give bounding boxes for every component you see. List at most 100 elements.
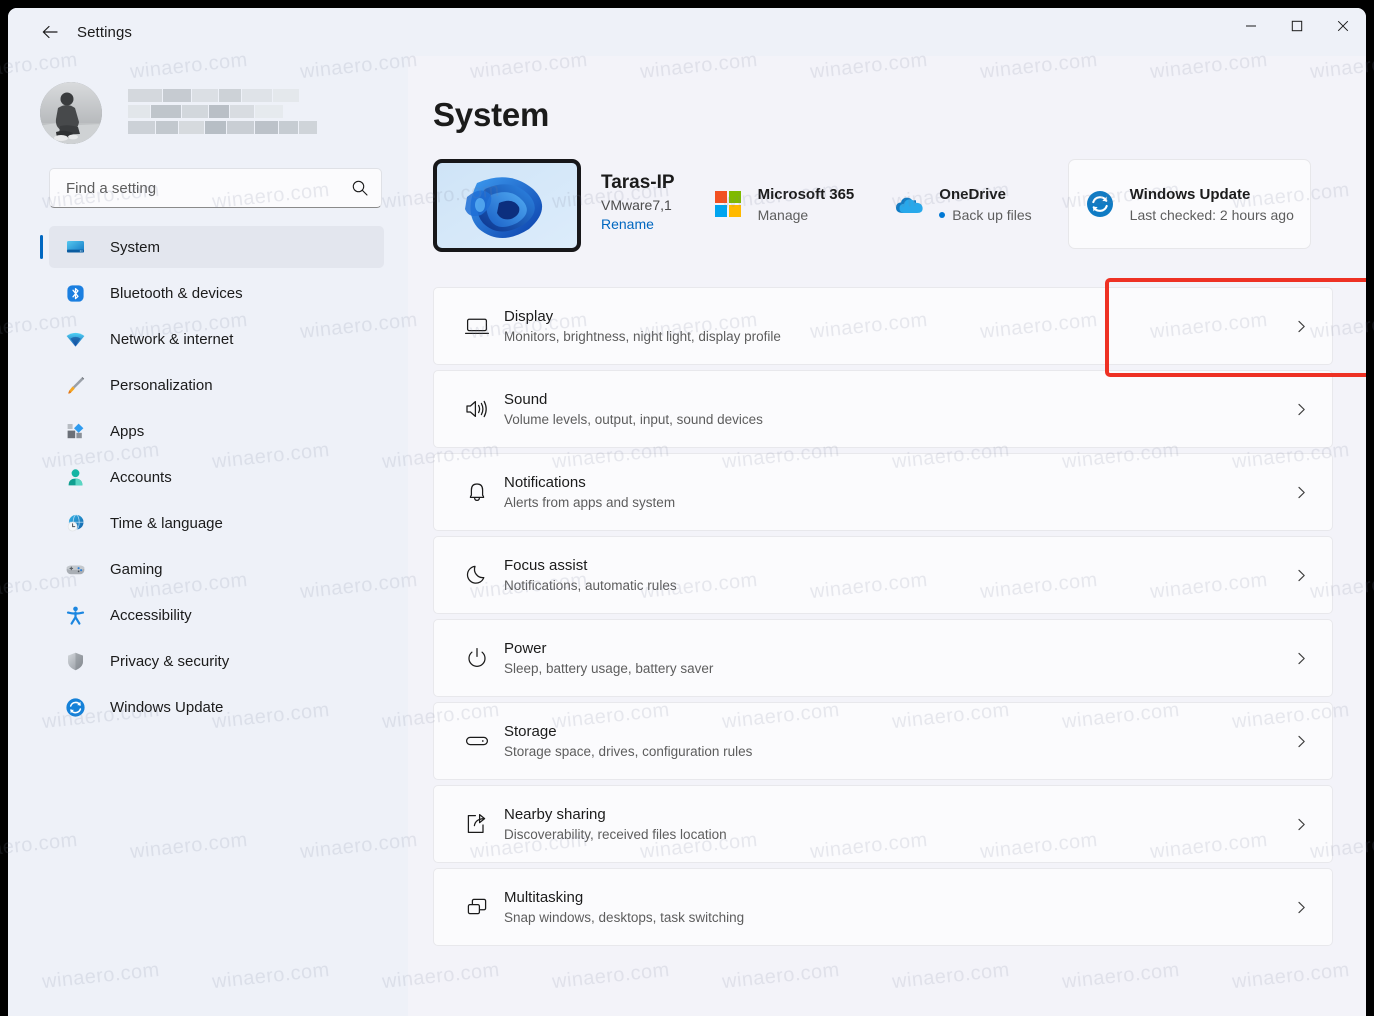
onedrive-cloud-icon: [894, 189, 924, 219]
chevron-right-icon[interactable]: [1291, 900, 1311, 915]
sidebar-nav: System Bluetooth & devices Network & inter…: [8, 226, 408, 728]
settings-row-text: Nearby sharing Discoverability, received …: [504, 806, 1291, 842]
sidebar-item-bluetooth-devices[interactable]: Bluetooth & devices: [49, 272, 384, 314]
sidebar: System Bluetooth & devices Network & inter…: [8, 56, 408, 1016]
settings-row-multitasking[interactable]: Multitasking Snap windows, desktops, task…: [433, 868, 1333, 946]
quick-card-text: Microsoft 365 Manage: [758, 186, 855, 223]
settings-row-nearby-sharing[interactable]: Nearby sharing Discoverability, received …: [433, 785, 1333, 863]
user-avatar-photo: [40, 82, 102, 144]
close-button[interactable]: [1320, 8, 1366, 44]
shield-icon: [64, 650, 86, 672]
device-card: Taras-IP VMware7,1 Rename: [433, 159, 675, 252]
chevron-right-icon[interactable]: [1291, 817, 1311, 832]
settings-row-subtitle: Snap windows, desktops, task switching: [504, 910, 745, 925]
settings-row-power[interactable]: Power Sleep, battery usage, battery saver: [433, 619, 1333, 697]
quick-card-sub: Last checked: 2 hours ago: [1130, 207, 1294, 223]
minimize-button[interactable]: [1228, 8, 1274, 44]
chevron-right-icon[interactable]: [1291, 734, 1311, 749]
sidebar-item-apps[interactable]: Apps: [49, 410, 384, 452]
quick-card-sub-label: Back up files: [952, 206, 1032, 223]
rename-link[interactable]: Rename: [601, 216, 654, 232]
quick-card-text: OneDrive Back up files: [939, 185, 1032, 223]
settings-row-subtitle: Volume levels, output, input, sound devi…: [504, 412, 763, 427]
settings-row-storage[interactable]: Storage Storage space, drives, configurat…: [433, 702, 1333, 780]
settings-row-text: Power Sleep, battery usage, battery saver: [504, 640, 1291, 676]
settings-window: Settings Find a setting System Bluetooth…: [8, 8, 1366, 1016]
settings-row-text: Storage Storage space, drives, configurat…: [504, 723, 1291, 759]
settings-row-sound[interactable]: Sound Volume levels, output, input, sound…: [433, 370, 1333, 448]
quick-card-sub-label: Manage: [757, 206, 809, 223]
account-block[interactable]: [8, 56, 408, 144]
bluetooth-icon: [64, 282, 86, 304]
sidebar-item-network-internet[interactable]: Network & internet: [49, 318, 384, 360]
search-box[interactable]: [49, 168, 382, 208]
quick-card-onedrive[interactable]: OneDrive Back up files: [878, 159, 1047, 249]
apps-icon: [64, 420, 86, 442]
quick-card-title: OneDrive: [939, 185, 1006, 203]
settings-row-subtitle: Sleep, battery usage, battery saver: [504, 661, 714, 676]
settings-row-title: Focus assist: [504, 557, 588, 574]
chevron-right-icon[interactable]: [1291, 485, 1311, 500]
settings-row-subtitle: Storage space, drives, configuration rul…: [504, 744, 753, 759]
microsoft-logo-icon: [713, 189, 743, 219]
speaker-icon: [462, 394, 492, 424]
settings-row-notifications[interactable]: Notifications Alerts from apps and system: [433, 453, 1333, 531]
settings-list: Display Monitors, brightness, night light…: [433, 287, 1333, 946]
sidebar-item-time-language[interactable]: Time & language: [49, 502, 384, 544]
settings-row-text: Display Monitors, brightness, night light…: [504, 308, 1291, 344]
accessibility-icon: [64, 604, 86, 626]
sidebar-item-windows-update[interactable]: Windows Update: [49, 686, 384, 728]
sidebar-item-system[interactable]: System: [40, 226, 384, 268]
chevron-right-icon[interactable]: [1291, 568, 1311, 583]
window-controls: [1228, 8, 1366, 56]
window-title: Settings: [77, 23, 132, 41]
sidebar-item-accessibility[interactable]: Accessibility: [49, 594, 384, 636]
settings-row-title: Nearby sharing: [504, 806, 606, 823]
settings-row-title: Sound: [504, 391, 548, 408]
settings-row-subtitle: Notifications, automatic rules: [504, 578, 677, 593]
chevron-right-icon[interactable]: [1291, 651, 1311, 666]
content-area: System Taras-IP VMware7,1 Rename Microso…: [408, 56, 1366, 1016]
sidebar-item-label: Windows Update: [110, 698, 224, 716]
device-name: Taras-IP: [601, 172, 675, 193]
windows-bloom-wallpaper: [437, 163, 577, 248]
wifi-icon: [64, 328, 86, 350]
device-info: Taras-IP VMware7,1 Rename: [601, 159, 675, 234]
bell-icon: [462, 477, 492, 507]
close-icon: [1337, 20, 1349, 32]
system-monitor-icon: [64, 236, 86, 258]
maximize-button[interactable]: [1274, 8, 1320, 44]
back-button[interactable]: [31, 15, 69, 49]
settings-row-subtitle: Discoverability, received files location: [504, 827, 727, 842]
redacted-line-1: [128, 89, 318, 102]
moon-icon: [462, 560, 492, 590]
search-icon[interactable]: [351, 179, 369, 197]
sidebar-item-label: System: [110, 238, 161, 256]
back-arrow-icon: [42, 25, 58, 39]
sidebar-item-gaming[interactable]: Gaming: [49, 548, 384, 590]
quick-card-microsoft-365[interactable]: Microsoft 365 Manage: [697, 159, 871, 249]
device-wallpaper-thumbnail: [433, 159, 581, 252]
quick-card-title: Microsoft 365: [757, 185, 855, 203]
account-name-redacted: [128, 89, 318, 137]
chevron-right-icon[interactable]: [1291, 402, 1311, 417]
quick-card-sub-label: Last checked: 2 hours ago: [1129, 206, 1294, 223]
settings-row-focus-assist[interactable]: Focus assist Notifications, automatic rul…: [433, 536, 1333, 614]
settings-row-title: Notifications: [504, 474, 586, 491]
sidebar-item-personalization[interactable]: Personalization: [49, 364, 384, 406]
quick-card-windows-update[interactable]: Windows Update Last checked: 2 hours ago: [1067, 159, 1311, 249]
search-input[interactable]: [66, 179, 351, 197]
sidebar-item-label: Bluetooth & devices: [110, 284, 243, 302]
sidebar-item-accounts[interactable]: Accounts: [49, 456, 384, 498]
quick-card-title: Windows Update: [1129, 185, 1251, 203]
settings-row-display[interactable]: Display Monitors, brightness, night light…: [433, 287, 1333, 365]
chevron-right-icon[interactable]: [1291, 319, 1311, 334]
power-icon: [462, 643, 492, 673]
settings-row-subtitle: Alerts from apps and system: [504, 495, 676, 510]
sidebar-item-label: Time & language: [110, 514, 223, 532]
page-title: System: [433, 96, 550, 133]
sidebar-item-label: Privacy & security: [110, 652, 230, 670]
settings-row-text: Multitasking Snap windows, desktops, task…: [504, 889, 1291, 925]
settings-row-text: Notifications Alerts from apps and system: [504, 474, 1291, 510]
sidebar-item-privacy-security[interactable]: Privacy & security: [49, 640, 384, 682]
